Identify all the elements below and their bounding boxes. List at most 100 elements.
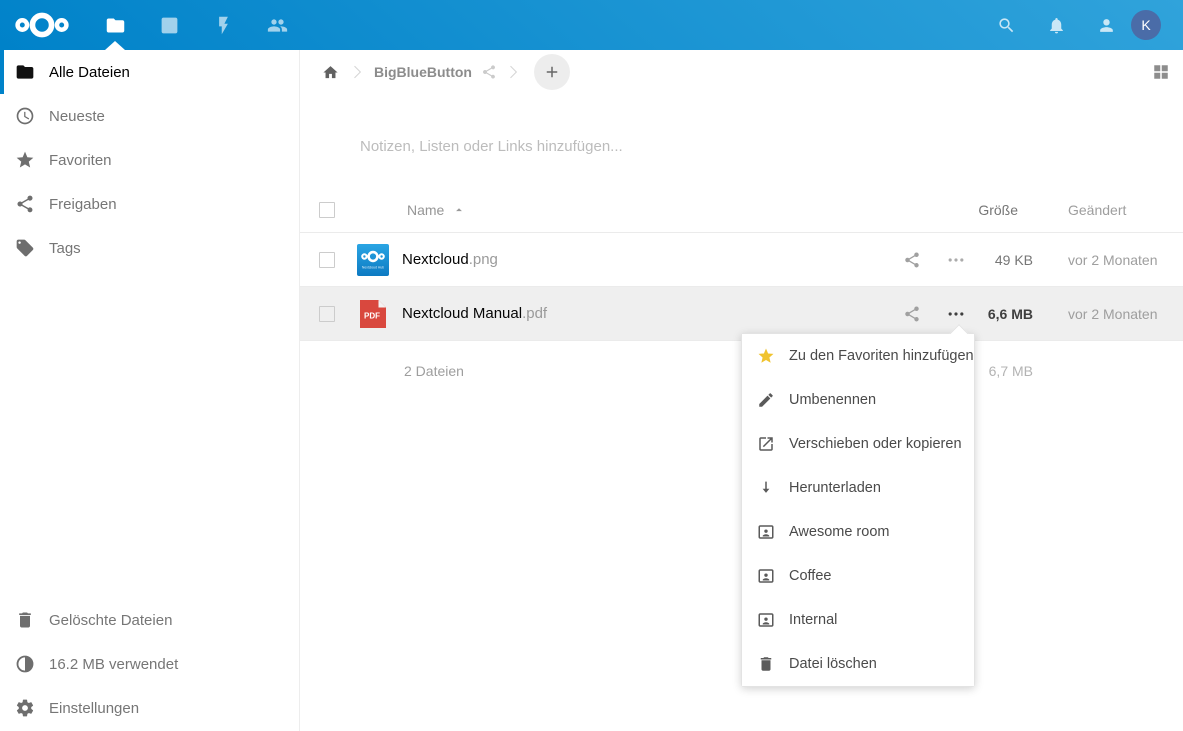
file-row-nextcloud[interactable]: Nextcloud Hub Nextcloud.png 49 KBvor 2 Mon… <box>300 233 1183 287</box>
sidebar-footer: Gelöschte Dateien 16.2 MB verwendet Einste… <box>0 598 299 730</box>
sidebar-item-label: Einstellungen <box>49 700 139 717</box>
file-count-label: 2 Dateien <box>404 363 464 379</box>
row-actions-button[interactable] <box>934 238 978 282</box>
bell-icon <box>1047 16 1066 35</box>
sidebar-item-label: Neueste <box>49 108 105 125</box>
sidebar-item-freigaben[interactable]: Freigaben <box>0 182 299 226</box>
sidebar-item-gelöschte-dateien[interactable]: Gelöschte Dateien <box>0 598 299 642</box>
avatar-letter: K <box>1141 17 1150 33</box>
menu-item-label: Awesome room <box>789 524 889 540</box>
room-icon <box>757 611 775 629</box>
sidebar-navigation: Alle Dateien Neueste Favoriten Freigaben Tag… <box>0 50 299 270</box>
row-share-button[interactable] <box>890 238 934 282</box>
folder-icon <box>105 15 126 36</box>
home-icon <box>322 64 339 81</box>
share-icon <box>15 194 35 214</box>
row-checkbox[interactable] <box>319 306 335 322</box>
menu-item-verschieben-oder-kopieren[interactable]: Verschieben oder kopieren <box>742 422 974 466</box>
contacts-icon <box>267 15 288 36</box>
file-actions-menu: Zu den Favoriten hinzufügen Umbenennen Ver… <box>741 333 975 687</box>
trash-icon <box>757 655 775 673</box>
menu-item-label: Coffee <box>789 568 831 584</box>
sidebar-item-label: 16.2 MB verwendet <box>49 656 178 673</box>
menu-item-label: Datei löschen <box>789 656 877 672</box>
select-all-checkbox[interactable] <box>319 202 335 218</box>
menu-item-datei-löschen[interactable]: Datei löschen <box>742 642 974 686</box>
tag-icon <box>15 238 35 258</box>
menu-item-label: Internal <box>789 612 837 628</box>
menu-item-coffee[interactable]: Coffee <box>742 554 974 598</box>
chevron-right-icon <box>503 62 523 82</box>
menu-item-umbenennen[interactable]: Umbenennen <box>742 378 974 422</box>
file-name[interactable]: Nextcloud.png <box>402 251 498 268</box>
grid-view-toggle[interactable] <box>1152 63 1170 81</box>
menu-item-label: Herunterladen <box>789 480 881 496</box>
sidebar-item-16-2-mb-verwendet[interactable]: 16.2 MB verwendet <box>0 642 299 686</box>
clock-icon <box>15 106 35 126</box>
menu-item-awesome-room[interactable]: Awesome room <box>742 510 974 554</box>
breadcrumb-bar: BigBlueButton <box>300 50 1183 94</box>
sort-by-size-header[interactable]: Größe <box>978 202 1033 218</box>
move-icon <box>757 435 775 453</box>
notes-placeholder[interactable]: Notizen, Listen oder Links hinzufügen... <box>360 138 1060 156</box>
app-activity[interactable] <box>196 0 250 50</box>
file-name[interactable]: Nextcloud Manual.pdf <box>402 305 547 322</box>
sidebar-item-label: Tags <box>49 240 81 257</box>
sidebar-item-favoriten[interactable]: Favoriten <box>0 138 299 182</box>
settings-icon <box>15 698 35 718</box>
file-list-header: Name Größe Geändert <box>300 188 1183 233</box>
menu-item-herunterladen[interactable]: Herunterladen <box>742 466 974 510</box>
file-size: 6,6 MB <box>978 306 1033 322</box>
search-button[interactable] <box>981 0 1031 50</box>
sidebar: Alle Dateien Neueste Favoriten Freigaben Tag… <box>0 50 300 731</box>
menu-item-zu-den-favoriten-hinzufügen[interactable]: Zu den Favoriten hinzufügen <box>742 334 974 378</box>
grid-icon <box>1152 63 1170 81</box>
menu-item-internal[interactable]: Internal <box>742 598 974 642</box>
sidebar-item-label: Freigaben <box>49 196 117 213</box>
sort-by-modified-header[interactable]: Geändert <box>1033 202 1183 218</box>
menu-item-label: Verschieben oder kopieren <box>789 436 962 452</box>
sort-by-name-header[interactable]: Name <box>357 202 890 218</box>
sidebar-item-tags[interactable]: Tags <box>0 226 299 270</box>
pencil-icon <box>757 391 775 409</box>
file-modified: vor 2 Monaten <box>1033 252 1183 268</box>
pdf-file-icon: PDF <box>357 298 389 330</box>
sort-ascending-icon <box>452 203 466 217</box>
svg-text:PDF: PDF <box>364 311 380 320</box>
sidebar-item-alle-dateien[interactable]: Alle Dateien <box>0 50 299 94</box>
svg-text:Nextcloud Hub: Nextcloud Hub <box>362 265 384 269</box>
star-icon <box>15 150 35 170</box>
home-breadcrumb-button[interactable] <box>315 57 345 87</box>
notifications-button[interactable] <box>1031 0 1081 50</box>
folder-icon <box>15 62 35 82</box>
dots-icon <box>946 250 966 270</box>
trash-icon <box>15 610 35 630</box>
sidebar-item-label: Favoriten <box>49 152 112 169</box>
person-icon <box>1097 16 1116 35</box>
name-header-label: Name <box>407 202 444 218</box>
quota-icon <box>15 654 35 674</box>
room-icon <box>757 523 775 541</box>
sidebar-item-einstellungen[interactable]: Einstellungen <box>0 686 299 730</box>
star-icon <box>757 347 775 365</box>
breadcrumb-folder[interactable]: BigBlueButton <box>374 64 472 80</box>
room-icon <box>757 567 775 585</box>
file-size: 49 KB <box>978 252 1033 268</box>
activity-icon <box>213 15 234 36</box>
plus-icon <box>543 63 561 81</box>
nextcloud-logo-icon[interactable] <box>15 9 69 41</box>
sidebar-item-neueste[interactable]: Neueste <box>0 94 299 138</box>
app-photos[interactable] <box>142 0 196 50</box>
row-checkbox[interactable] <box>319 252 335 268</box>
file-modified: vor 2 Monaten <box>1033 306 1183 322</box>
row-share-button[interactable] <box>890 292 934 336</box>
breadcrumb-share-icon[interactable] <box>481 64 497 80</box>
menu-item-label: Zu den Favoriten hinzufügen <box>789 348 974 364</box>
top-bar: K <box>0 0 1183 50</box>
app-files[interactable] <box>88 0 142 50</box>
app-contacts[interactable] <box>250 0 304 50</box>
add-button[interactable] <box>534 54 570 90</box>
user-avatar[interactable]: K <box>1131 10 1161 40</box>
menu-item-label: Umbenennen <box>789 392 876 408</box>
contacts-menu-button[interactable] <box>1081 0 1131 50</box>
